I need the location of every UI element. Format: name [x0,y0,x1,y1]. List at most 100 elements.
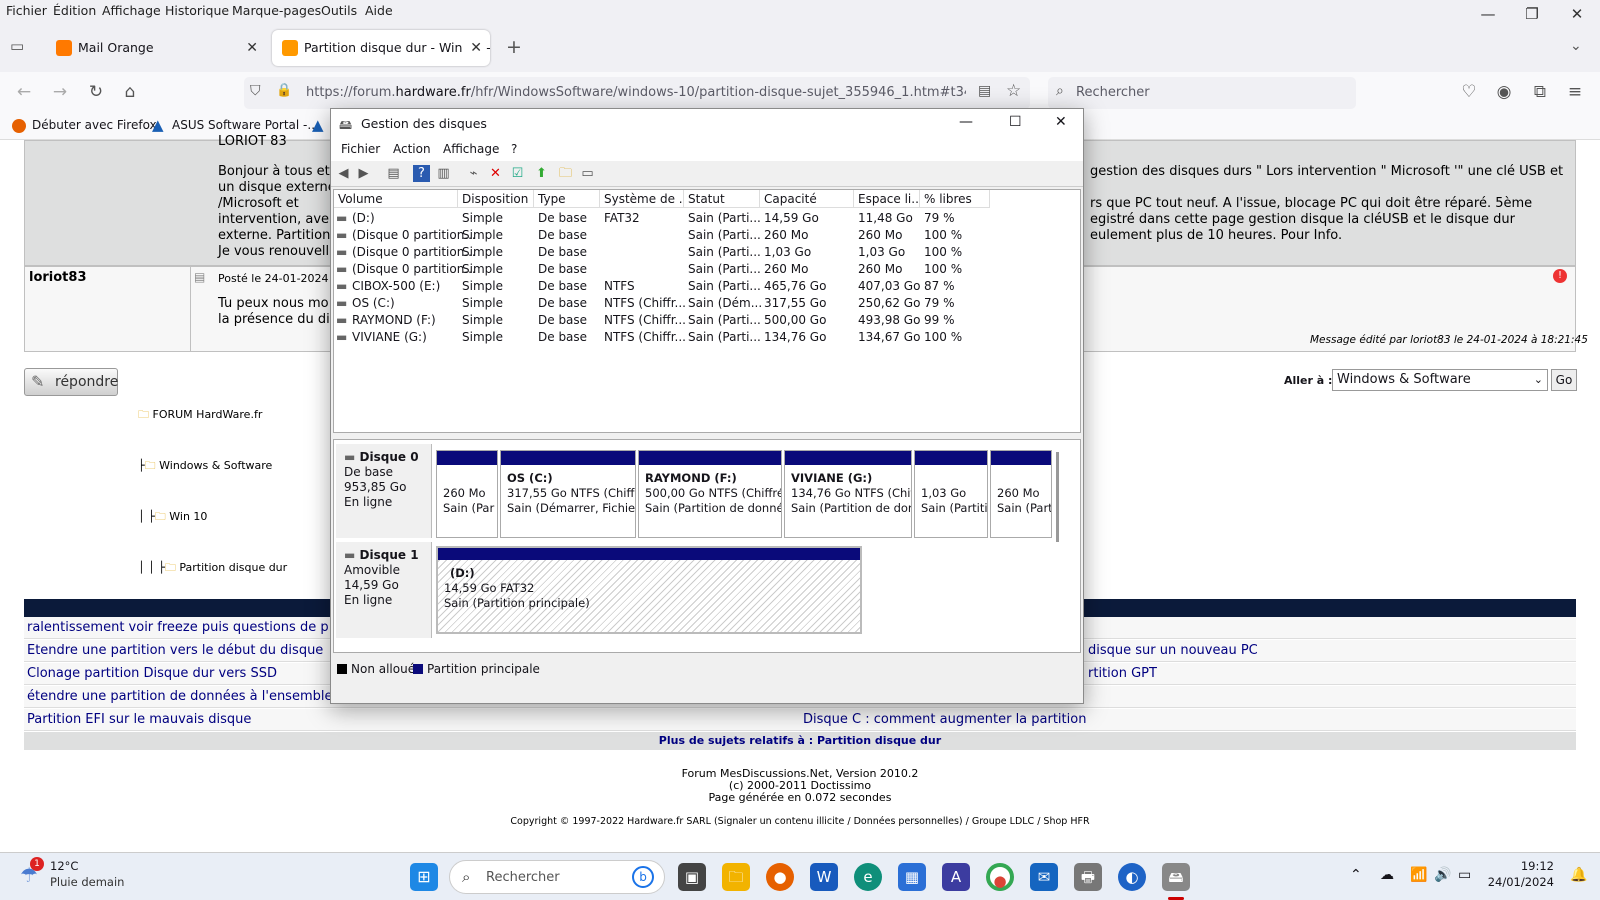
disk0-partition[interactable]: OS (C:) 317,55 Go NTFS (Chiffré Sain (Déma… [500,450,636,538]
tree-win10[interactable]: │ ├🗀 Win 10 [138,508,287,525]
scrollbar[interactable] [1056,452,1059,542]
home-icon[interactable]: ⌂ [118,80,142,104]
menu-outils[interactable]: Outils [321,3,357,18]
related-link[interactable]: Partition EFI sur le mauvais disque [24,709,800,731]
onedrive-icon[interactable]: ☁ [1380,867,1394,883]
volume-row[interactable]: ▬ VIVIANE (G:) Simple De base NTFS (Chiffr..… [334,329,1078,346]
search-bar[interactable]: ⌕ Rechercher [1048,77,1356,109]
dm-menu-action[interactable]: Action [393,142,431,156]
notification-bell-icon[interactable]: 🔔 [1570,867,1587,883]
start-icon[interactable]: ⊞ [410,863,438,891]
disk0-partition[interactable]: 260 Mo Sain (Par [436,450,498,538]
hamburger-menu-icon[interactable]: ≡ [1563,80,1587,104]
device-manager-icon[interactable]: 🖶 [1074,863,1102,891]
dm-menu-affichage[interactable]: Affichage [443,142,499,156]
pocket-icon[interactable]: ♡ [1457,80,1481,104]
new-tab-icon[interactable]: + [506,36,522,58]
col-volume[interactable]: Volume [334,190,458,208]
delete-icon[interactable]: ✕ [487,165,504,182]
close-icon[interactable]: ✕ [1055,114,1067,130]
bookmark-star-icon[interactable]: ☆ [1006,81,1021,101]
col-status[interactable]: Statut [684,190,760,208]
view-icon[interactable]: ▭ [579,165,596,182]
help-icon[interactable]: ? [413,165,430,182]
word-icon[interactable]: W [810,863,838,891]
store-icon[interactable]: ▦ [898,863,926,891]
tree-partition[interactable]: │ │ ├🗀 Partition disque dur [138,559,287,576]
profile-icon[interactable]: ▤ [194,270,205,284]
up-arrow-icon[interactable]: ⬆ [533,165,550,182]
disk0-partition[interactable]: 1,03 Go Sain (Partiti [914,450,988,538]
connect-icon[interactable]: ⌁ [465,165,482,182]
bookmark-asus[interactable]: ASUS Software Portal -... [172,118,319,132]
taskbar-search[interactable]: ⌕ Rechercher b [449,860,665,894]
tab-mail-orange[interactable]: Mail Orange ✕ [46,30,266,66]
col-percent-free[interactable]: % libres [920,190,990,208]
disk0-partition[interactable]: 260 Mo Sain (Part [990,450,1052,538]
wifi-icon[interactable]: 📶 [1410,867,1427,883]
search-folder-icon[interactable]: 🗀 [557,165,574,182]
goto-select[interactable]: Windows & Software ⌄ [1332,369,1548,391]
tab-partition-disque[interactable]: Partition disque dur - Win 10 - W ✕ [272,30,490,66]
back-icon[interactable]: ◀ [335,165,352,182]
menu-marque-pages[interactable]: Marque-pages [232,3,321,18]
console-tree-icon[interactable]: ▤ [385,165,402,182]
clock-date[interactable]: 24/01/2024 [1486,875,1554,889]
col-free-space[interactable]: Espace li... [854,190,920,208]
menu-affichage[interactable]: Affichage [102,3,161,18]
forward-icon[interactable]: → [48,80,72,104]
battery-icon[interactable]: ▭ [1458,867,1471,883]
reload-icon[interactable]: ↻ [84,80,108,104]
asus-app-icon[interactable]: A [942,863,970,891]
menu-aide[interactable]: Aide [365,3,393,18]
reply-button[interactable]: ✎ répondre [24,368,118,396]
volume-row[interactable]: ▬ (D:) Simple De base FAT32 Sain (Parti... 14,… [334,210,1078,227]
alert-icon[interactable]: ! [1553,269,1567,283]
chrome-icon[interactable]: ● [986,863,1014,891]
disk-management-icon[interactable]: 🖴 [1162,863,1190,891]
volume-row[interactable]: ▬ (Disque 0 partition... Simple De base Sain… [334,244,1078,261]
clock-time[interactable]: 19:12 [1504,859,1554,873]
check-icon[interactable]: ☑ [509,165,526,182]
edge-icon[interactable]: e [854,863,882,891]
volume-row[interactable]: ▬ (Disque 0 partition... Simple De base Sain… [334,227,1078,244]
tab-list-icon[interactable]: ▭ [10,37,24,55]
menu-fichier[interactable]: Fichier [6,3,47,18]
security-icon[interactable]: ◐ [1118,863,1146,891]
volume-row[interactable]: ▬ RAYMOND (F:) Simple De base NTFS (Chiffr..… [334,312,1078,329]
go-button[interactable]: Go [1551,369,1577,391]
disk0-label[interactable]: ▬ Disque 0 De base 953,85 Go En ligne [336,444,432,538]
account-icon[interactable]: ◉ [1492,80,1516,104]
close-tab-icon[interactable]: ✕ [246,30,258,66]
bookmark-debuter-firefox[interactable]: Débuter avec Firefox [32,118,157,132]
shield-icon[interactable]: ⛉ [250,83,261,99]
extensions-icon[interactable]: ⧉ [1528,80,1552,104]
mail-icon[interactable]: ✉ [1030,863,1058,891]
volume-row[interactable]: ▬ CIBOX-500 (E:) Simple De base NTFS Sain (Pa… [334,278,1078,295]
tree-root[interactable]: 🗀 FORUM HardWare.fr [138,406,287,423]
task-view-icon[interactable]: ▣ [678,863,706,891]
weather-desc[interactable]: Pluie demain [50,875,124,889]
menu-historique[interactable]: Historique [165,3,229,18]
volume-row[interactable]: ▬ OS (C:) Simple De base NTFS (Chiffr... Sain… [334,295,1078,312]
lock-icon[interactable]: 🔒 [276,83,292,98]
url-bar[interactable]: ⛉ 🔒 https://forum.hardware.fr/hfr/Window… [244,77,1030,109]
back-icon[interactable]: ← [12,80,36,104]
forward-icon[interactable]: ▶ [355,165,372,182]
properties-pane-icon[interactable]: ▥ [435,165,452,182]
chevron-down-icon[interactable]: ⌄ [1570,38,1582,54]
disk0-partition[interactable]: RAYMOND (F:) 500,00 Go NTFS (Chiffré a Sai… [638,450,782,538]
dm-menu-fichier[interactable]: Fichier [341,142,380,156]
weather-temp[interactable]: 12°C [50,859,78,873]
col-type[interactable]: Type [534,190,600,208]
volume-icon[interactable]: 🔊 [1434,867,1451,883]
disk1-label[interactable]: ▬ Disque 1 Amovible 14,59 Go En ligne [336,542,432,638]
url-text[interactable]: https://forum.hardware.fr/hfr/WindowsSof… [306,85,966,100]
copyright[interactable]: Copyright © 1997-2022 Hardware.fr SARL (… [0,816,1600,827]
firefox-icon[interactable]: ● [766,863,794,891]
more-related-link[interactable]: Plus de sujets relatifs à : Partition di… [24,732,1576,750]
volume-row[interactable]: ▬ (Disque 0 partition... Simple De base Sain… [334,261,1078,278]
file-explorer-icon[interactable]: 🗀 [722,863,750,891]
menu-edition[interactable]: Édition [53,3,96,18]
col-disposition[interactable]: Disposition [458,190,534,208]
